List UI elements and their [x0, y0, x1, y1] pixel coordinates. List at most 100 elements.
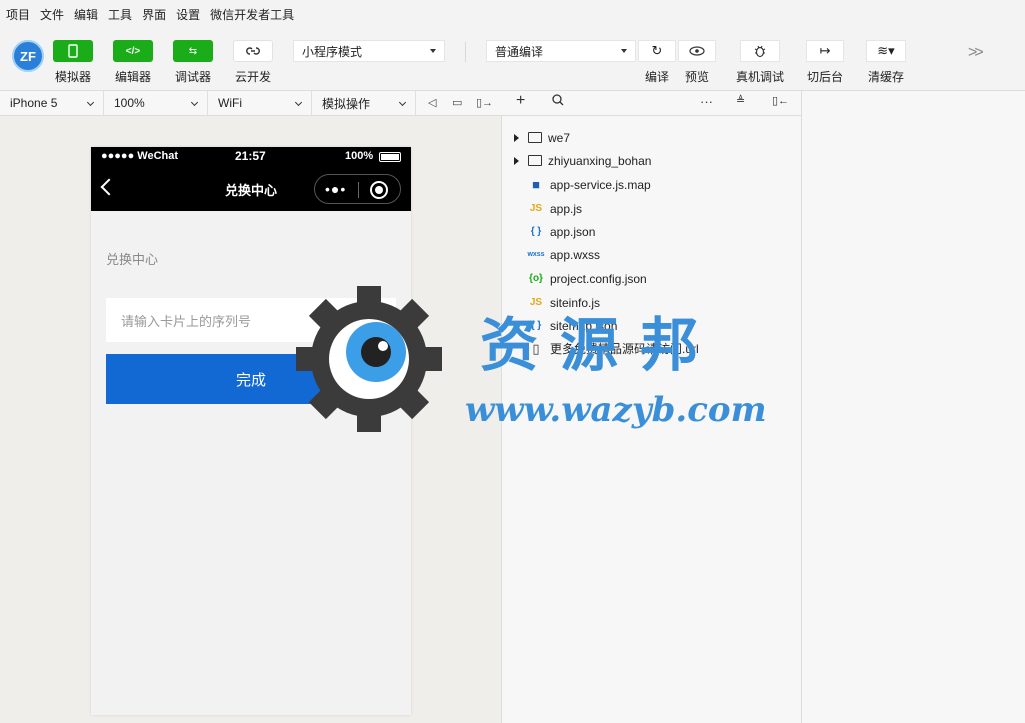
- remote-debug-label: 真机调试: [736, 70, 785, 84]
- chevron-down-icon: [86, 98, 95, 107]
- json-file-icon: { }: [530, 226, 542, 237]
- divider: [358, 182, 359, 198]
- mode-select-value: 小程序模式: [302, 44, 363, 59]
- remote-debug-button[interactable]: 真机调试: [736, 40, 784, 85]
- chevron-down-icon: [398, 98, 407, 107]
- wxss-file-icon: wxss: [527, 251, 545, 258]
- preview-label: 预览: [684, 70, 709, 84]
- nav-bar: 兑换中心 •●•: [91, 167, 411, 211]
- cloud-button[interactable]: 云开发: [232, 40, 274, 85]
- caret-right-icon: [514, 133, 519, 142]
- caret-right-icon: [514, 156, 519, 165]
- mode-select[interactable]: 小程序模式: [293, 40, 445, 62]
- compile-select[interactable]: 普通编译: [486, 40, 636, 62]
- collapse-icon[interactable]: ≜: [736, 94, 745, 107]
- status-time: 21:57: [235, 149, 266, 163]
- more-options-icon[interactable]: ···: [700, 94, 713, 109]
- zoom-select-value: 100%: [114, 96, 145, 110]
- menu-edit[interactable]: 编辑: [74, 6, 98, 23]
- more-icon[interactable]: >>: [968, 44, 984, 62]
- tree-file-siteinfo-js[interactable]: JS siteinfo.js: [502, 291, 802, 314]
- debugger-button[interactable]: ⇆ 调试器: [172, 40, 214, 85]
- page-title: 兑换中心: [106, 252, 159, 267]
- debugger-label: 调试器: [174, 70, 211, 84]
- tree-item-label: app-service.js.map: [550, 177, 651, 192]
- document-icon: ▯: [532, 340, 540, 356]
- debug-icon: ⇆: [173, 40, 213, 62]
- tree-item-label: zhiyuanxing_bohan: [548, 153, 652, 168]
- tree-item-label: we7: [548, 130, 571, 145]
- menu-devtools[interactable]: 微信开发者工具: [210, 6, 294, 23]
- editor-label: 编辑器: [114, 70, 151, 84]
- simulator-label: 模拟器: [54, 70, 91, 84]
- folder-icon: [528, 155, 542, 166]
- carrier-label: ●●●●● WeChat: [101, 150, 179, 162]
- device-select-value: iPhone 5: [10, 96, 58, 110]
- chevron-down-icon: [621, 49, 627, 53]
- add-icon[interactable]: +: [516, 92, 525, 110]
- tree-folder-we7[interactable]: we7: [502, 126, 802, 149]
- tree-file-app-wxss[interactable]: wxss app.wxss: [502, 243, 802, 266]
- divider: [465, 42, 466, 62]
- tree-item-label: app.json: [550, 224, 596, 239]
- cloud-icon: [233, 40, 273, 62]
- window-icon[interactable]: ▭: [452, 96, 462, 109]
- tree-item-label: app.js: [550, 201, 583, 216]
- compile-label: 编译: [644, 70, 669, 84]
- close-miniprogram-icon[interactable]: [370, 181, 388, 199]
- tree-folder-zhiyuanxing[interactable]: zhiyuanxing_bohan: [502, 149, 802, 172]
- zoom-select[interactable]: 100%: [104, 91, 208, 115]
- code-icon: </>: [113, 40, 153, 62]
- menu-view[interactable]: 界面: [142, 6, 166, 23]
- action-select-value: 模拟操作: [322, 96, 371, 111]
- background-button[interactable]: ↦ 切后台: [806, 40, 844, 85]
- file-tree: we7 zhiyuanxing_bohan ■ app-service.js.m…: [502, 116, 802, 723]
- switch-icon: ↦: [806, 40, 844, 62]
- menu-file[interactable]: 文件: [40, 6, 64, 23]
- split-icon[interactable]: ▯←: [772, 94, 789, 107]
- device-bar: iPhone 5 100% WiFi 模拟操作 ◁ ▭ ▯→: [0, 90, 502, 116]
- tree-file-url[interactable]: ▯ 更多免费精品源码请访问.url: [502, 337, 802, 360]
- more-dots-icon[interactable]: •●•: [325, 181, 346, 197]
- done-button[interactable]: 完成: [106, 354, 396, 404]
- phone-screen: ●●●●● WeChat 21:57 100% 兑换中心 •●• 兑换中心 请输…: [91, 147, 411, 715]
- preview-button[interactable]: 预览: [678, 40, 716, 85]
- compile-select-value: 普通编译: [495, 44, 544, 59]
- menu-project[interactable]: 项目: [6, 6, 30, 23]
- serial-number-input[interactable]: 请输入卡片上的序列号: [106, 298, 396, 342]
- volume-icon[interactable]: ◁: [428, 96, 436, 109]
- detach-icon[interactable]: ▯→: [476, 96, 493, 109]
- network-select[interactable]: WiFi: [208, 91, 312, 115]
- network-select-value: WiFi: [218, 96, 242, 110]
- code-editor-panel[interactable]: [802, 90, 1025, 723]
- search-icon[interactable]: [552, 94, 564, 109]
- config-file-icon: {o}: [529, 273, 543, 284]
- cloud-label: 云开发: [234, 70, 271, 84]
- bug-icon: [740, 40, 780, 62]
- menu-tools[interactable]: 工具: [108, 6, 132, 23]
- simulator-button[interactable]: 模拟器: [52, 40, 94, 85]
- action-select[interactable]: 模拟操作: [312, 91, 416, 115]
- tree-file-sitemap-json[interactable]: { } sitemap.json: [502, 314, 802, 337]
- tree-item-label: app.wxss: [550, 247, 601, 262]
- tree-file-app-js[interactable]: JS app.js: [502, 197, 802, 220]
- layers-icon: ≋▾: [866, 40, 906, 62]
- editor-button[interactable]: </> 编辑器: [112, 40, 154, 85]
- menu-settings[interactable]: 设置: [176, 6, 200, 23]
- tree-item-label: sitemap.json: [550, 318, 618, 333]
- tree-file-app-service-map[interactable]: ■ app-service.js.map: [502, 173, 802, 196]
- map-file-icon: ■: [532, 177, 540, 192]
- js-file-icon: JS: [529, 297, 543, 308]
- device-select[interactable]: iPhone 5: [0, 91, 104, 115]
- menu-bar: 项目 文件 编辑 工具 界面 设置 微信开发者工具: [0, 0, 1025, 28]
- simulator-panel: ●●●●● WeChat 21:57 100% 兑换中心 •●• 兑换中心 请输…: [0, 116, 502, 723]
- tree-file-app-json[interactable]: { } app.json: [502, 220, 802, 243]
- eye-icon: [678, 40, 716, 62]
- avatar[interactable]: ZF: [12, 40, 44, 72]
- clear-cache-button[interactable]: ≋▾ 清缓存: [866, 40, 906, 85]
- chevron-down-icon: [190, 98, 199, 107]
- tree-file-project-config[interactable]: {o} project.config.json: [502, 267, 802, 290]
- compile-button[interactable]: ↻ 编译: [638, 40, 676, 85]
- chevron-down-icon: [294, 98, 303, 107]
- serial-number-placeholder: 请输入卡片上的序列号: [121, 313, 252, 329]
